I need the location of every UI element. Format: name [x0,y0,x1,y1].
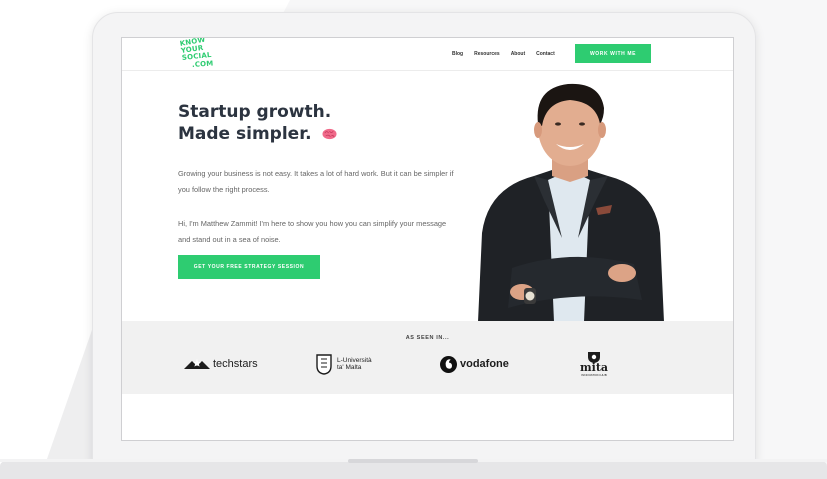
malta-crest-icon [316,354,332,375]
mita-text: mita [580,361,609,374]
techstars-text: techstars [213,358,258,370]
hero-title-line2: Made simpler. [178,124,312,144]
hero-title: Startup growth. Made simpler. [178,101,337,145]
hero-title-line1: Startup growth. [178,102,332,122]
portrait-photo [478,83,664,322]
university-of-malta-logo[interactable]: L-Università ta' Malta [315,351,372,377]
hero-paragraph-1: Growing your business is not easy. It ta… [178,169,454,194]
vodafone-logo[interactable]: vodafone [440,351,509,377]
malta-text: L-Università ta' Malta [337,357,372,371]
vodafone-text: vodafone [460,358,509,370]
as-seen-in-title: AS SEEN IN... [405,335,450,341]
main-nav: Blog Resources About Contact [452,51,555,57]
logo-line: .COM [191,59,214,69]
site-header: KNOW YOUR SOCIAL .COM Blog Resources Abo… [122,38,733,71]
site-logo[interactable]: KNOW YOUR SOCIAL .COM [179,38,234,69]
techstars-logo[interactable]: techstars [184,351,258,377]
malta-text-line2: ta' Malta [337,364,362,371]
techstars-star-icon [184,359,210,369]
mita-subtext: INNOVATION HUB [581,373,607,377]
as-seen-in-section: AS SEEN IN... techstars L-Università ta'… [122,321,733,394]
nav-about[interactable]: About [511,51,525,57]
vodafone-speechmark-icon [440,355,457,373]
work-with-me-button[interactable]: WORK WITH ME [575,44,651,63]
nav-resources[interactable]: Resources [474,51,500,57]
mita-logo[interactable]: mita INNOVATION HUB [580,351,608,377]
malta-text-line1: L-Università [337,357,372,364]
brain-icon [322,128,337,140]
nav-contact[interactable]: Contact [536,51,555,57]
nav-blog[interactable]: Blog [452,51,463,57]
laptop-base [0,459,827,479]
hero-paragraph-2: Hi, I'm Matthew Zammit! I'm here to show… [178,219,447,244]
free-strategy-session-button[interactable]: GET YOUR FREE STRATEGY SESSION [178,255,320,279]
website-screen: KNOW YOUR SOCIAL .COM Blog Resources Abo… [121,37,734,441]
